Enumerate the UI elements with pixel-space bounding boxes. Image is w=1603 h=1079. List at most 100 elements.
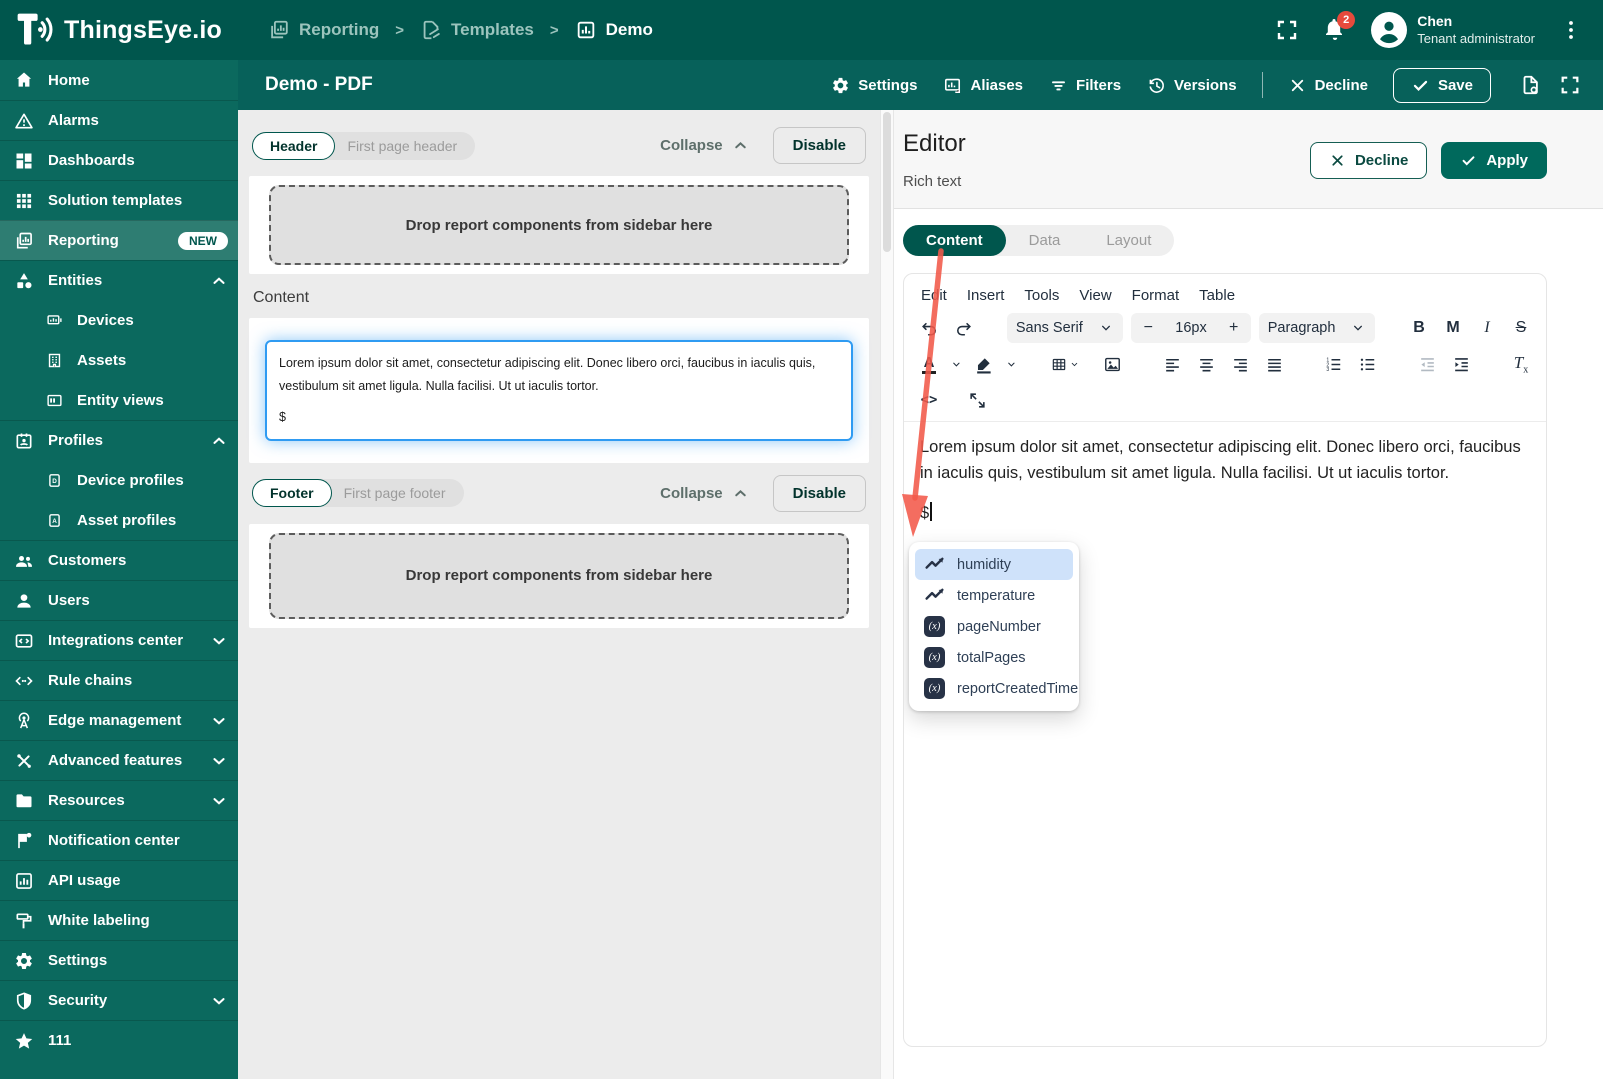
highlight-color-button[interactable] [967,349,1001,379]
expand-editor-button[interactable] [1559,74,1581,96]
sidebar-item-white-labeling[interactable]: White labeling [0,900,238,940]
aliases-button[interactable]: Aliases [932,69,1034,102]
footer-chip[interactable]: Footer [252,479,332,507]
source-code-button[interactable]: <> [912,385,946,415]
versions-button[interactable]: Versions [1136,69,1248,102]
block-format-select[interactable]: Paragraph [1258,313,1376,343]
outdent-button[interactable] [1411,349,1445,379]
sidebar-item-users[interactable]: Users [0,580,238,620]
sidebar-item-api-usage[interactable]: API usage [0,860,238,900]
sidebar-item-device-profiles[interactable]: Device profiles [0,460,238,500]
editor-fullscreen-button[interactable] [960,385,994,415]
decline-button[interactable]: Decline [1277,69,1379,102]
sidebar-item-entities[interactable]: Entities [0,260,238,300]
editor-apply-button[interactable]: Apply [1441,142,1547,179]
sidebar-item-asset-profiles[interactable]: Asset profiles [0,500,238,540]
sidebar-item-notification-center[interactable]: Notification center [0,820,238,860]
autocomplete-item-temperature[interactable]: temperature [915,580,1073,611]
sidebar-item-entity-views[interactable]: Entity views [0,380,238,420]
font-size-increase-button[interactable]: + [1217,313,1251,343]
sidebar-item-customers[interactable]: Customers [0,540,238,580]
breadcrumb-templates[interactable]: Templates [420,19,534,41]
align-right-button[interactable] [1223,349,1257,379]
breadcrumb-demo[interactable]: Demo [575,19,653,41]
menu-edit[interactable]: Edit [912,283,956,308]
editor-content-area[interactable]: Lorem ipsum dolor sit amet, consectetur … [904,422,1546,540]
autocomplete-item-totalpages[interactable]: (x) totalPages [915,642,1073,673]
footer-collapse-button[interactable]: Collapse [660,485,749,502]
sidebar-item-dashboards[interactable]: Dashboards [0,140,238,180]
kebab-menu-button[interactable] [1559,18,1583,42]
footer-chip-group[interactable]: Footer First page footer [252,479,464,507]
scrollbar[interactable] [880,110,894,1079]
sidebar-item-resources[interactable]: Resources [0,780,238,820]
strikethrough-button[interactable]: S [1504,313,1538,343]
rich-text-element[interactable]: Lorem ipsum dolor sit amet, consectetur … [265,340,853,441]
sidebar-item-rule-chains[interactable]: Rule chains [0,660,238,700]
sidebar-item-111[interactable]: 111 [0,1020,238,1060]
text-color-menu-button[interactable] [946,349,967,379]
autocomplete-item-humidity[interactable]: humidity [915,549,1073,580]
filters-button[interactable]: Filters [1038,69,1132,102]
highlight-color-menu-button[interactable] [1001,349,1022,379]
align-justify-button[interactable] [1257,349,1291,379]
breadcrumb-reporting[interactable]: Reporting [268,19,379,41]
tools-icon [14,751,34,771]
font-family-select[interactable]: Sans Serif [1006,313,1124,343]
sidebar-item-integrations-center[interactable]: Integrations center [0,620,238,660]
footer-disable-button[interactable]: Disable [772,474,866,512]
footer-dropzone[interactable]: Drop report components from sidebar here [269,532,849,619]
sidebar-item-devices[interactable]: Devices [0,300,238,340]
notifications-button[interactable]: 2 [1323,11,1356,42]
header-disable-button[interactable]: Disable [772,127,866,164]
sidebar-item-advanced-features[interactable]: Advanced features [0,740,238,780]
redo-button[interactable] [946,313,980,343]
bullet-list-button[interactable] [1351,349,1385,379]
variable-icon: (x) [924,678,945,699]
sidebar-item-reporting[interactable]: Reporting NEW [0,220,238,260]
align-left-button[interactable] [1155,349,1189,379]
font-size-decrease-button[interactable]: − [1131,313,1165,343]
menu-view[interactable]: View [1070,283,1120,308]
header-chip[interactable]: Header [252,131,336,160]
sidebar-item-profiles[interactable]: Profiles [0,420,238,460]
ordered-list-button[interactable] [1317,349,1351,379]
autocomplete-item-pagenumber[interactable]: (x) pageNumber [915,611,1073,642]
menu-insert[interactable]: Insert [958,283,1014,308]
editor-decline-button[interactable]: Decline [1309,142,1428,179]
app-logo[interactable]: ThingsEye.io [0,10,238,50]
clear-formatting-button[interactable]: Tx [1504,349,1538,379]
tab-layout[interactable]: Layout [1083,225,1174,256]
sidebar-item-edge-management[interactable]: Edge management [0,700,238,740]
menu-table[interactable]: Table [1190,283,1244,308]
merge-tag-button[interactable]: M [1436,313,1470,343]
scrollbar-thumb[interactable] [883,112,891,252]
undo-button[interactable] [912,313,946,343]
user-menu[interactable]: Chen Tenant administrator [1371,12,1535,48]
header-chip-group[interactable]: Header First page header [252,131,476,160]
sidebar-item-home[interactable]: Home [0,60,238,100]
header-collapse-button[interactable]: Collapse [660,137,749,154]
italic-button[interactable]: I [1470,313,1504,343]
tab-content[interactable]: Content [903,225,1006,256]
text-color-button[interactable]: A [912,349,946,379]
sidebar-item-settings[interactable]: Settings [0,940,238,980]
fullscreen-button[interactable] [1275,18,1299,42]
menu-format[interactable]: Format [1123,283,1189,308]
menu-tools[interactable]: Tools [1015,283,1068,308]
indent-button[interactable] [1445,349,1479,379]
generate-report-button[interactable] [1519,74,1541,96]
align-center-button[interactable] [1189,349,1223,379]
save-button[interactable]: Save [1392,67,1491,103]
autocomplete-item-reportcreatedtime[interactable]: (x) reportCreatedTime [915,673,1078,704]
settings-button[interactable]: Settings [820,69,928,102]
tab-data[interactable]: Data [1006,225,1084,256]
sidebar-item-alarms[interactable]: Alarms [0,100,238,140]
bold-button[interactable]: B [1402,313,1436,343]
sidebar-item-solution-templates[interactable]: Solution templates [0,180,238,220]
header-dropzone[interactable]: Drop report components from sidebar here [269,185,849,265]
sidebar-item-assets[interactable]: Assets [0,340,238,380]
insert-image-button[interactable] [1096,349,1130,379]
sidebar-item-security[interactable]: Security [0,980,238,1020]
table-button[interactable] [1047,349,1084,379]
